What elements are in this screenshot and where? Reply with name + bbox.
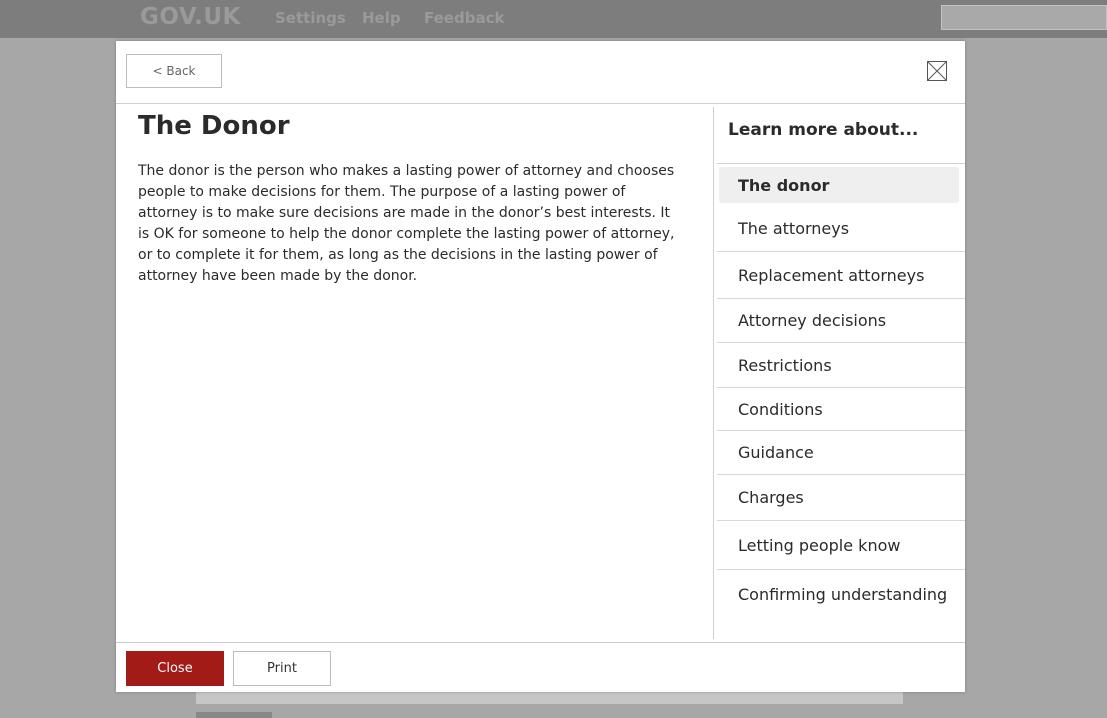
gov-header: GOV.UK Settings Help Feedback [0, 0, 1107, 38]
topic-letting-people-know[interactable]: Letting people know [717, 521, 965, 570]
topic-list: The donor The attorneys Replacement atto… [717, 167, 965, 618]
topic-replacement-attorneys[interactable]: Replacement attorneys [717, 252, 965, 299]
header-search-box [941, 5, 1107, 30]
nav-help: Help [362, 9, 401, 27]
topic-restrictions[interactable]: Restrictions [717, 343, 965, 388]
help-body-text: The donor is the person who makes a last… [138, 163, 675, 284]
topic-attorney-decisions[interactable]: Attorney decisions [717, 299, 965, 343]
sidebar-heading: Learn more about... [717, 107, 965, 164]
topic-charges[interactable]: Charges [717, 475, 965, 521]
topic-the-attorneys[interactable]: The attorneys [717, 206, 965, 252]
page-title: The Donor [138, 111, 290, 141]
dialog-footer: Close Print [116, 642, 965, 693]
help-dialog: < Back The Donor The donor is the person… [116, 41, 965, 692]
topic-the-donor[interactable]: The donor [719, 167, 959, 203]
topic-conditions[interactable]: Conditions [717, 388, 965, 431]
dialog-header: < Back [116, 41, 965, 104]
nav-settings: Settings [275, 9, 346, 27]
nav-feedback: Feedback [424, 9, 505, 27]
topic-confirming-understanding[interactable]: Confirming understanding [717, 570, 965, 618]
learn-more-sidebar: Learn more about... The donor The attorn… [717, 107, 965, 618]
help-content: The Donor The donor is the person who ma… [138, 107, 683, 287]
topic-guidance[interactable]: Guidance [717, 431, 965, 475]
print-button[interactable]: Print [233, 651, 331, 686]
column-divider [713, 107, 714, 639]
background-content-detail [196, 712, 272, 718]
govuk-logo: GOV.UK [140, 4, 241, 30]
back-button[interactable]: < Back [126, 54, 222, 88]
close-button[interactable]: Close [126, 651, 224, 686]
close-box-icon[interactable] [927, 61, 947, 81]
